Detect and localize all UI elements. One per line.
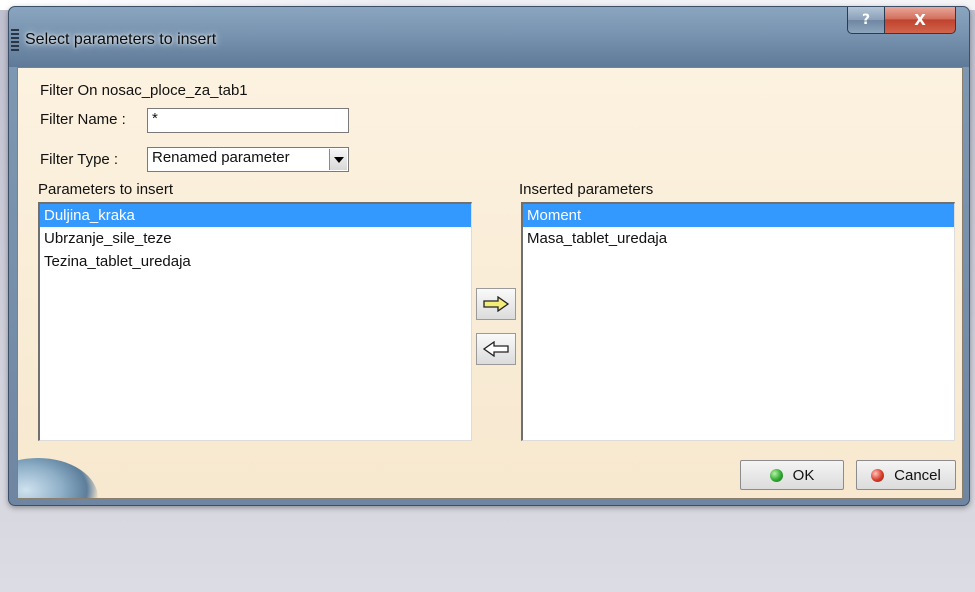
- filter-type-select[interactable]: Renamed parameter: [147, 147, 349, 172]
- close-button[interactable]: X: [884, 7, 956, 34]
- title-bar[interactable]: Select parameters to insert ? X: [9, 7, 969, 67]
- ok-button[interactable]: OK: [740, 460, 844, 490]
- close-icon: X: [914, 11, 926, 29]
- list-item[interactable]: Ubrzanje_sile_teze: [40, 227, 471, 250]
- move-right-button[interactable]: [476, 288, 516, 320]
- dialog-body: Filter On nosac_ploce_za_tab1 Filter Nam…: [17, 67, 963, 499]
- arrow-left-icon: [483, 341, 509, 357]
- inserted-parameters-header: Inserted parameters: [519, 181, 654, 198]
- cancel-button[interactable]: Cancel: [856, 460, 956, 490]
- decorative-globe-icon: [18, 458, 98, 498]
- filter-name-input[interactable]: *: [147, 108, 349, 133]
- help-icon: ?: [861, 12, 871, 28]
- drag-grip-icon: [11, 29, 19, 53]
- chevron-down-icon[interactable]: [329, 149, 347, 170]
- inserted-parameters-list[interactable]: Moment Masa_tablet_uredaja: [521, 202, 955, 441]
- ok-icon: [769, 468, 783, 482]
- arrow-right-icon: [483, 296, 509, 312]
- help-button[interactable]: ?: [847, 7, 885, 34]
- dialog-title: Select parameters to insert: [25, 31, 217, 48]
- parameters-to-insert-list[interactable]: Duljina_kraka Ubrzanje_sile_teze Tezina_…: [38, 202, 472, 441]
- filter-type-label: Filter Type :: [40, 151, 119, 168]
- filter-type-value: Renamed parameter: [152, 149, 290, 166]
- filter-on-label: Filter On nosac_ploce_za_tab1: [40, 82, 248, 99]
- ok-label: OK: [792, 466, 815, 484]
- cancel-label: Cancel: [894, 466, 941, 484]
- list-item[interactable]: Duljina_kraka: [40, 204, 471, 227]
- parameters-to-insert-header: Parameters to insert: [38, 181, 174, 198]
- list-item[interactable]: Moment: [523, 204, 954, 227]
- cancel-icon: [871, 468, 885, 482]
- list-item[interactable]: Tezina_tablet_uredaja: [40, 250, 471, 273]
- filter-name-label: Filter Name :: [40, 111, 126, 128]
- list-item[interactable]: Masa_tablet_uredaja: [523, 227, 954, 250]
- move-left-button[interactable]: [476, 333, 516, 365]
- select-parameters-dialog: Select parameters to insert ? X Filter O…: [8, 6, 970, 506]
